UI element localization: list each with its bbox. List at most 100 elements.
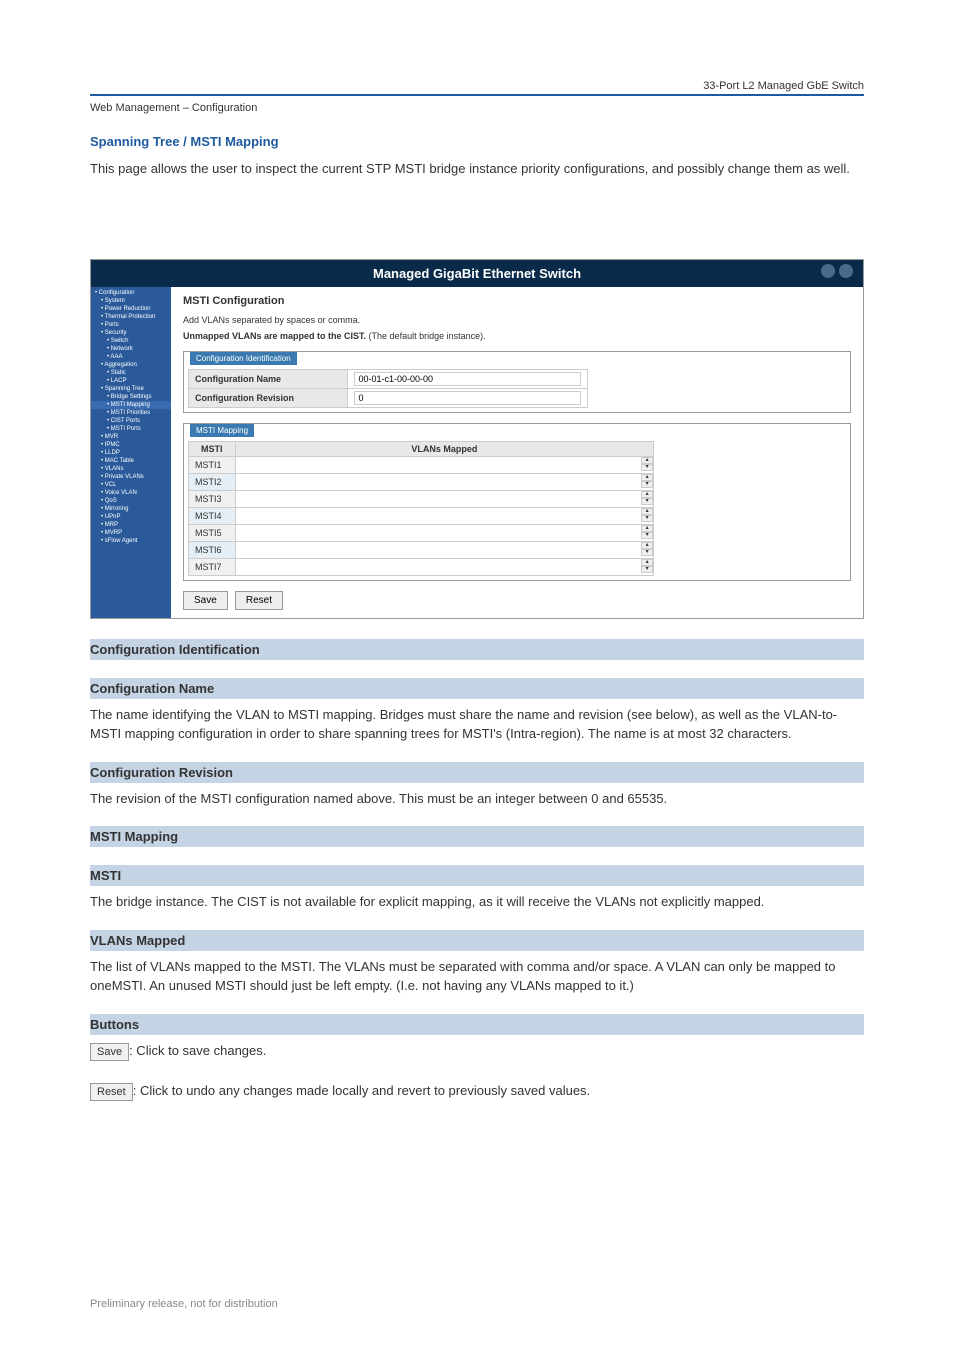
- main-subtitle: Add VLANs separated by spaces or comma.: [183, 315, 851, 325]
- msti-mapping-legend: MSTI Mapping: [190, 424, 254, 437]
- table-row: MSTI2 ▴▾: [189, 473, 654, 490]
- doc-config-name-title: Configuration Name: [90, 678, 864, 699]
- down-btn[interactable]: ▾: [641, 532, 653, 539]
- sidebar-item-power-reduction[interactable]: • Power Reduction: [91, 305, 171, 313]
- section-title: Spanning Tree / MSTI Mapping: [90, 134, 864, 149]
- table-row: MSTI4 ▴▾: [189, 507, 654, 524]
- sidebar-item-msti-ports[interactable]: • MSTI Ports: [91, 425, 171, 433]
- msti-row-label: MSTI6: [189, 541, 236, 558]
- doc-config-name-text: The name identifying the VLAN to MSTI ma…: [90, 705, 864, 744]
- sidebar-item-vcl[interactable]: • VCL: [91, 481, 171, 489]
- doc-vlans-mapped-title: VLANs Mapped: [90, 930, 864, 951]
- down-btn[interactable]: ▾: [641, 549, 653, 556]
- sidebar-item-upnp[interactable]: • UPnP: [91, 513, 171, 521]
- doc-buttons-title: Buttons: [90, 1014, 864, 1035]
- sidebar-item-private-vlans[interactable]: • Private VLANs: [91, 473, 171, 481]
- sidebar-item-sflow-agent[interactable]: • sFlow Agent: [91, 537, 171, 545]
- config-rev-label: Configuration Revision: [189, 388, 348, 407]
- reset-button[interactable]: Reset: [235, 591, 283, 610]
- sidebar-item-msti-priorities[interactable]: • MSTI Priorities: [91, 409, 171, 417]
- msti-row-label: MSTI7: [189, 558, 236, 575]
- sidebar-item-network[interactable]: • Network: [91, 345, 171, 353]
- sidebar-item-aggregation[interactable]: • Aggregation: [91, 361, 171, 369]
- sidebar-item-mirroring[interactable]: • Mirroring: [91, 505, 171, 513]
- up-btn[interactable]: ▴: [641, 525, 653, 532]
- mapping-table: MSTI VLANs Mapped MSTI1▴▾MSTI2▴▾MSTI3▴▾M…: [188, 441, 654, 576]
- mapping-col-msti: MSTI: [189, 441, 236, 456]
- vlans-mapped-input[interactable]: [236, 508, 642, 522]
- sidebar-item-voice-vlan[interactable]: • Voice VLAN: [91, 489, 171, 497]
- doc-vlans-mapped-text: The list of VLANs mapped to the MSTI. Th…: [90, 957, 864, 996]
- vlans-mapped-input[interactable]: [236, 559, 642, 573]
- page-header-right: 33-Port L2 Managed GbE Switch: [90, 80, 864, 92]
- screenshot-container: Managed GigaBit Ethernet Switch • Config…: [90, 259, 864, 619]
- doc-save-label: Save: [90, 1043, 129, 1062]
- table-row: MSTI7 ▴▾: [189, 558, 654, 575]
- sidebar-item-bridge-settings[interactable]: • Bridge Settings: [91, 393, 171, 401]
- save-button[interactable]: Save: [183, 591, 228, 610]
- home-icon[interactable]: [821, 264, 835, 278]
- sidebar-item-cist-ports[interactable]: • CIST Ports: [91, 417, 171, 425]
- vlans-mapped-input[interactable]: [236, 457, 642, 471]
- sidebar-item-qos[interactable]: • QoS: [91, 497, 171, 505]
- config-id-legend: Configuration Identification: [190, 352, 297, 365]
- sidebar-item-configuration[interactable]: • Configuration: [91, 289, 171, 297]
- sidebar-item-system[interactable]: • System: [91, 297, 171, 305]
- sidebar: • Configuration• System• Power Reduction…: [91, 287, 171, 618]
- sidebar-item-vlans[interactable]: • VLANs: [91, 465, 171, 473]
- logout-icon[interactable]: [839, 264, 853, 278]
- up-btn[interactable]: ▴: [641, 474, 653, 481]
- vlans-mapped-input[interactable]: [236, 542, 642, 556]
- sidebar-item-thermal-protection[interactable]: • Thermal Protection: [91, 313, 171, 321]
- down-btn[interactable]: ▾: [641, 566, 653, 573]
- msti-row-label: MSTI5: [189, 524, 236, 541]
- down-btn[interactable]: ▾: [641, 481, 653, 488]
- doc-reset-label: Reset: [90, 1083, 133, 1102]
- down-btn[interactable]: ▾: [641, 464, 653, 471]
- doc-buttons-text: Save: Click to save changes. Reset: Clic…: [90, 1041, 864, 1102]
- down-btn[interactable]: ▾: [641, 498, 653, 505]
- vlans-mapped-input[interactable]: [236, 525, 642, 539]
- msti-mapping-fieldset: MSTI Mapping MSTI VLANs Mapped MSTI1▴▾MS…: [183, 423, 851, 581]
- vlans-mapped-input[interactable]: [236, 474, 642, 488]
- sidebar-item-spanning-tree[interactable]: • Spanning Tree: [91, 385, 171, 393]
- sidebar-item-switch[interactable]: • Switch: [91, 337, 171, 345]
- doc-msti-title: MSTI: [90, 865, 864, 886]
- sidebar-item-ports[interactable]: • Ports: [91, 321, 171, 329]
- msti-row-label: MSTI4: [189, 507, 236, 524]
- page-header-left: Web Management – Configuration: [90, 102, 864, 114]
- sidebar-item-mrp[interactable]: • MRP: [91, 521, 171, 529]
- doc-config-rev-text: The revision of the MSTI configuration n…: [90, 789, 864, 809]
- up-btn[interactable]: ▴: [641, 508, 653, 515]
- config-rev-input[interactable]: [354, 391, 580, 405]
- section-intro-text: This page allows the user to inspect the…: [90, 159, 864, 179]
- table-row: MSTI6 ▴▾: [189, 541, 654, 558]
- sidebar-item-mvr[interactable]: • MVR: [91, 433, 171, 441]
- sidebar-item-lldp[interactable]: • LLDP: [91, 449, 171, 457]
- sidebar-item-mac-table[interactable]: • MAC Table: [91, 457, 171, 465]
- config-id-fieldset: Configuration Identification Configurati…: [183, 351, 851, 413]
- msti-row-label: MSTI3: [189, 490, 236, 507]
- sidebar-item-aaa[interactable]: • AAA: [91, 353, 171, 361]
- up-btn[interactable]: ▴: [641, 559, 653, 566]
- sidebar-item-security[interactable]: • Security: [91, 329, 171, 337]
- doc-config-id-title: Configuration Identification: [90, 639, 864, 660]
- sidebar-item-mvrp[interactable]: • MVRP: [91, 529, 171, 537]
- config-name-input[interactable]: [354, 372, 580, 386]
- sidebar-item-lacp[interactable]: • LACP: [91, 377, 171, 385]
- down-btn[interactable]: ▾: [641, 515, 653, 522]
- doc-config-rev-title: Configuration Revision: [90, 762, 864, 783]
- app-title-bar: Managed GigaBit Ethernet Switch: [91, 260, 863, 287]
- sidebar-item-static[interactable]: • Static: [91, 369, 171, 377]
- up-btn[interactable]: ▴: [641, 491, 653, 498]
- vlans-mapped-input[interactable]: [236, 491, 642, 505]
- up-btn[interactable]: ▴: [641, 542, 653, 549]
- sidebar-item-msti-mapping[interactable]: • MSTI Mapping: [91, 401, 171, 409]
- msti-row-label: MSTI2: [189, 473, 236, 490]
- sidebar-item-ipmc[interactable]: • IPMC: [91, 441, 171, 449]
- up-btn[interactable]: ▴: [641, 457, 653, 464]
- page-footer: Preliminary release, not for distributio…: [90, 1298, 278, 1310]
- table-row: MSTI5 ▴▾: [189, 524, 654, 541]
- table-row: MSTI1▴▾: [189, 456, 654, 473]
- mapping-col-vlans: VLANs Mapped: [235, 441, 654, 456]
